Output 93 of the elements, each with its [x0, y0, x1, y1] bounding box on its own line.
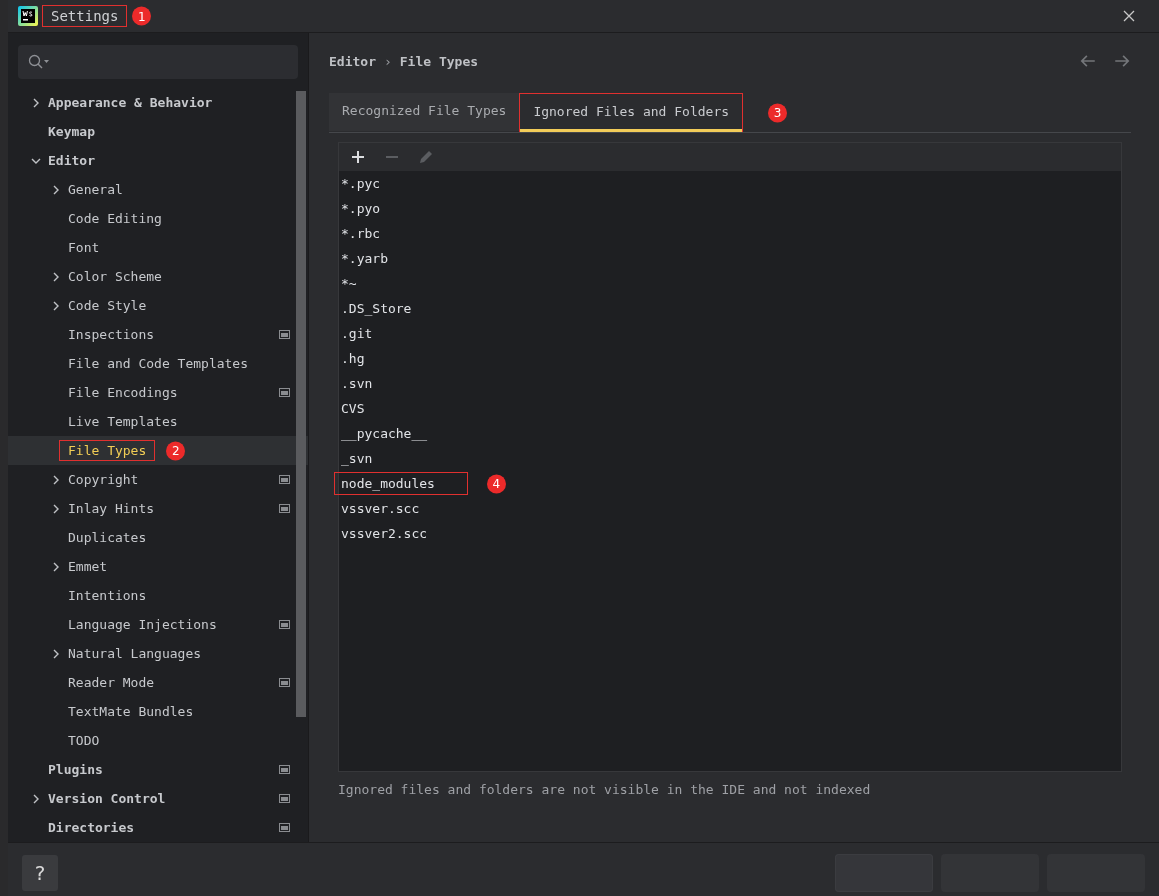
search-field[interactable]: [18, 45, 298, 79]
hint-text: Ignored files and folders are not visible in the IDE and not indexed: [338, 782, 872, 797]
tree-item-label: General: [68, 182, 123, 197]
list-item[interactable]: *.pyc: [341, 176, 381, 191]
list-item[interactable]: __pycache__: [341, 426, 428, 441]
scrollbar-thumb[interactable]: [296, 91, 306, 717]
tree-item-label: Code Style: [68, 298, 147, 313]
tree-item[interactable]: Emmet: [8, 552, 308, 581]
list-item[interactable]: .svn: [341, 376, 373, 391]
list-item[interactable]: CVS: [341, 401, 365, 416]
tree-item-label: Editor: [48, 153, 95, 168]
tree-item-label: Version Control: [48, 791, 166, 806]
tree-item[interactable]: Keymap: [8, 117, 308, 146]
tree-item-label: Plugins: [48, 762, 103, 777]
list-item[interactable]: .DS_Store: [341, 301, 412, 316]
app-logo-icon: [18, 6, 38, 26]
list-item[interactable]: vssver2.scc: [341, 526, 428, 541]
tree-item-label: Color Scheme: [68, 269, 162, 284]
tree-item-label: Copyright: [68, 472, 139, 487]
tree-item[interactable]: File and Code Templates: [8, 349, 308, 378]
tab[interactable]: Ignored Files and Folders: [520, 94, 743, 132]
breadcrumb-item: Editor: [329, 53, 376, 69]
chevron-icon[interactable]: [51, 184, 61, 195]
tree-item-label: Inlay Hints: [68, 501, 155, 516]
window-title: Settings: [51, 8, 119, 24]
chevron-icon[interactable]: [51, 474, 61, 485]
tree-item[interactable]: Appearance & Behavior: [8, 88, 308, 117]
tree-item-label: TODO: [68, 733, 100, 748]
tree-item[interactable]: Inlay Hints: [8, 494, 308, 523]
callout-number: 2: [166, 441, 186, 460]
tree-item-label: Live Templates: [68, 414, 178, 429]
chevron-icon[interactable]: [51, 648, 61, 659]
breadcrumb-item: File Types: [399, 53, 479, 69]
tree-item-label: Natural Languages: [68, 646, 202, 661]
tree-item-label: Reader Mode: [68, 675, 155, 690]
tree-item-label: Appearance & Behavior: [48, 95, 213, 110]
list-item[interactable]: *.yarb: [341, 251, 388, 266]
tree-item[interactable]: Copyright: [8, 465, 308, 494]
list-item[interactable]: *.rbc: [341, 226, 381, 241]
tree-item-label: Inspections: [68, 327, 155, 342]
tab[interactable]: Recognized File Types: [329, 93, 520, 131]
chevron-icon[interactable]: [51, 561, 61, 572]
tree-item[interactable]: Color Scheme: [8, 262, 308, 291]
list-item[interactable]: .hg: [341, 351, 365, 366]
list-item[interactable]: vssver.scc: [341, 501, 420, 516]
chevron-icon[interactable]: [31, 793, 41, 804]
callout-number: 1: [132, 6, 152, 26]
tree-item-label: Font: [68, 240, 100, 255]
chevron-icon[interactable]: [51, 271, 61, 282]
tree-item[interactable]: Editor: [8, 146, 308, 175]
list-item[interactable]: *~: [341, 276, 357, 291]
tree-item-label: File Types: [68, 443, 147, 458]
chevron-icon[interactable]: [31, 97, 41, 108]
tree-item[interactable]: Language Injections: [8, 610, 308, 639]
tree-item[interactable]: File Types 2: [8, 436, 308, 465]
breadcrumb-separator: ›: [383, 53, 392, 69]
tree-item[interactable]: Live Templates: [8, 407, 308, 436]
list-item[interactable]: _svn: [341, 451, 373, 466]
tree-item[interactable]: TextMate Bundles: [8, 697, 308, 726]
chevron-icon[interactable]: [51, 300, 61, 311]
callout-number: 3: [768, 103, 788, 122]
tree-item[interactable]: Directories: [8, 813, 308, 842]
tree-item[interactable]: Intentions: [8, 581, 308, 610]
search-icon: [28, 54, 50, 70]
tree-item-label: Language Injections: [68, 617, 217, 632]
list-item[interactable]: .git: [341, 326, 373, 341]
tree-item[interactable]: Plugins: [8, 755, 308, 784]
tree-item-label: TextMate Bundles: [68, 704, 194, 719]
list-item[interactable]: node_modules: [341, 476, 435, 491]
tree-item[interactable]: Code Editing: [8, 204, 308, 233]
close-icon[interactable]: [1123, 10, 1135, 22]
tree-item[interactable]: Inspections: [8, 320, 308, 349]
tree-item[interactable]: Version Control: [8, 784, 308, 813]
tree-item[interactable]: Font: [8, 233, 308, 262]
tree-item[interactable]: File Encodings: [8, 378, 308, 407]
list-item[interactable]: *.pyo: [341, 201, 381, 216]
tree-item-label: Emmet: [68, 559, 108, 574]
help-button[interactable]: ?: [22, 855, 58, 891]
tree-item[interactable]: General: [8, 175, 308, 204]
chevron-icon[interactable]: [51, 503, 61, 514]
tree-item[interactable]: Reader Mode: [8, 668, 308, 697]
tree-item-label: Directories: [48, 820, 135, 835]
tree-item-label: File and Code Templates: [68, 356, 248, 371]
tree-item-label: Code Editing: [68, 211, 162, 226]
tree-item-label: Keymap: [48, 124, 95, 139]
tree-item[interactable]: Duplicates: [8, 523, 308, 552]
tree-item[interactable]: TODO: [8, 726, 308, 755]
tree-item[interactable]: Natural Languages: [8, 639, 308, 668]
tree-item-label: File Encodings: [68, 385, 178, 400]
callout-number: 4: [486, 474, 506, 493]
tree-item-label: Intentions: [68, 588, 147, 603]
tree-item[interactable]: Code Style: [8, 291, 308, 320]
tree-item-label: Duplicates: [68, 530, 147, 545]
